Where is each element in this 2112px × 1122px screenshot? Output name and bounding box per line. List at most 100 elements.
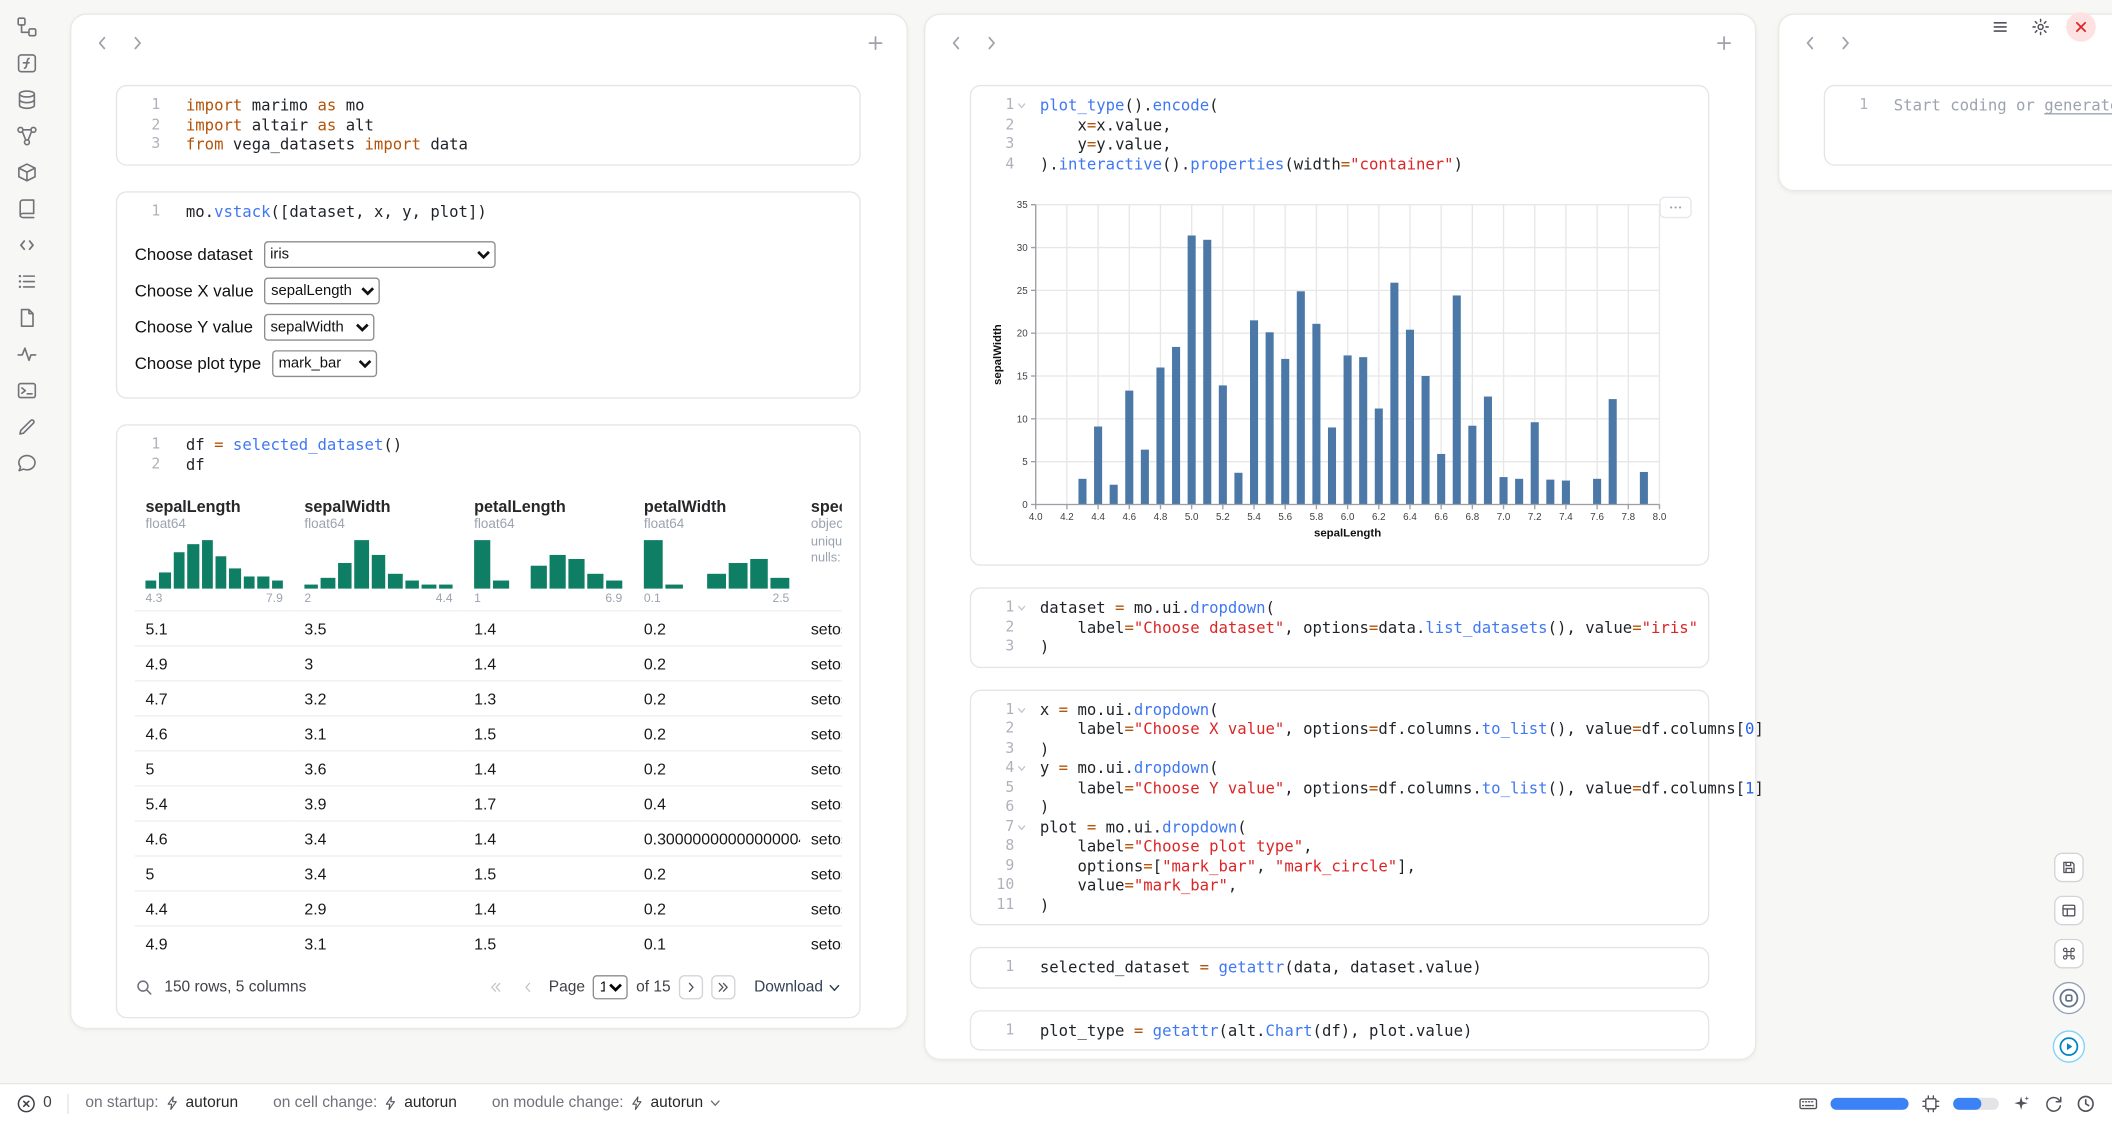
ai-assistant-icon[interactable] — [2011, 1093, 2031, 1113]
column-middle-prev-button[interactable] — [942, 28, 972, 58]
table-footer: 150 rows, 5 columns Page 1 of 15 Downloa… — [135, 963, 842, 1011]
column-right-prev-button[interactable] — [1795, 28, 1825, 58]
dropdown-label: Choose Y value — [135, 317, 253, 336]
logs-icon[interactable] — [16, 307, 38, 329]
shutdown-button[interactable] — [2066, 12, 2096, 42]
window-controls — [1985, 12, 2095, 42]
generate-with-ai-link[interactable]: generate — [2044, 96, 2112, 115]
column-left-header — [71, 15, 906, 72]
y-value-select[interactable]: sepalWidth — [264, 313, 374, 340]
command-palette-button[interactable] — [2054, 939, 2084, 969]
code-text: label="Choose plot type", — [1029, 837, 1312, 857]
plot-type-select[interactable]: mark_bar — [272, 350, 377, 377]
fold-toggle-icon[interactable] — [1014, 96, 1029, 116]
code-text: df — [175, 455, 205, 475]
fold-toggle-icon[interactable] — [1014, 818, 1029, 838]
fold-toggle-icon[interactable] — [1014, 759, 1029, 779]
last-page-button[interactable] — [711, 975, 735, 999]
cell-new-empty[interactable]: 1 Start coding or generate with AI. — [1824, 85, 2112, 166]
runtime-clock-icon[interactable] — [2076, 1093, 2096, 1113]
cell-dataset-dropdown[interactable]: 1dataset = mo.ui.dropdown(2 label="Choos… — [970, 588, 1709, 668]
variables-icon[interactable] — [16, 53, 38, 75]
documentation-icon[interactable] — [16, 198, 38, 220]
line-number: 10 — [979, 876, 1014, 896]
column-histogram[interactable]: 16.9 — [463, 532, 633, 611]
settings-button[interactable] — [2026, 12, 2056, 42]
line-number: 8 — [979, 837, 1014, 857]
add-cell-button-middle[interactable] — [1709, 28, 1739, 58]
code-text: dataset = mo.ui.dropdown( — [1029, 599, 1275, 619]
annotations-icon[interactable] — [16, 416, 38, 438]
outline-icon[interactable] — [16, 271, 38, 293]
prev-page-button[interactable] — [516, 975, 540, 999]
on-cell-change-setting[interactable]: on cell change:autorun — [273, 1095, 457, 1111]
editor-placeholder[interactable]: Start coding or generate with AI. — [1883, 96, 2112, 116]
snippets-icon[interactable] — [16, 234, 38, 256]
table-row[interactable]: 4.73.21.30.2setosa — [135, 681, 842, 716]
restart-kernel-icon[interactable] — [2043, 1093, 2063, 1113]
column-header[interactable]: petalLengthfloat64 — [463, 492, 633, 532]
column-middle-next-button[interactable] — [977, 28, 1007, 58]
chat-icon[interactable] — [16, 453, 38, 475]
code-line: 1x = mo.ui.dropdown( — [979, 700, 1694, 720]
layout-toggle-button[interactable] — [2054, 896, 2084, 926]
column-right-next-button[interactable] — [1830, 28, 1860, 58]
scratchpad-icon[interactable] — [16, 380, 38, 402]
cell-dataframe[interactable]: 1df = selected_dataset()2df sepalLengthf… — [116, 424, 861, 1018]
column-header[interactable]: sepalLengthfloat64 — [135, 492, 294, 532]
column-histogram[interactable]: 0.12.5 — [633, 532, 800, 611]
line-number: 1 — [125, 96, 160, 116]
table-row[interactable]: 5.43.91.70.4setosa — [135, 786, 842, 821]
cell-chart[interactable]: 1plot_type().encode(2 x=x.value,3 y=y.va… — [970, 85, 1709, 567]
chart-actions-button[interactable] — [1659, 197, 1691, 219]
column-header[interactable]: sepalWidthfloat64 — [294, 492, 464, 532]
control-row: Choose Y value sepalWidth — [135, 308, 841, 344]
code-line: 7plot = mo.ui.dropdown( — [979, 818, 1694, 838]
table-row[interactable]: 4.63.11.50.2setosa — [135, 716, 842, 751]
column-left-next-button[interactable] — [123, 28, 153, 58]
table-row[interactable]: 5.13.51.40.2setosa — [135, 611, 842, 646]
data-sources-icon[interactable] — [16, 89, 38, 111]
fold-toggle-icon[interactable] — [1014, 700, 1029, 720]
run-all-button[interactable] — [2053, 1030, 2085, 1062]
on-module-change-setting[interactable]: on module change:autorun — [492, 1095, 722, 1111]
table-row[interactable]: 4.63.41.40.30000000000000004setosa — [135, 821, 842, 856]
x-value-select[interactable]: sepalLength — [264, 277, 380, 304]
fold-toggle-icon[interactable] — [1014, 599, 1029, 619]
on-startup-setting[interactable]: on startup:autorun — [85, 1095, 238, 1111]
cell-xyplot-dropdowns[interactable]: 1x = mo.ui.dropdown(2 label="Choose X va… — [970, 690, 1709, 926]
cell-selected-dataset[interactable]: 1selected_dataset = getattr(data, datase… — [970, 948, 1709, 989]
search-icon[interactable] — [135, 978, 154, 997]
dependency-graph-icon[interactable] — [16, 125, 38, 147]
cell-imports[interactable]: 1import marimo as mo2import altair as al… — [116, 85, 861, 165]
fold-gutter — [1014, 896, 1029, 916]
column-histogram[interactable]: 4.37.9 — [135, 532, 294, 611]
table-row[interactable]: 53.41.50.2setosa — [135, 856, 842, 891]
cell-vstack[interactable]: 1mo.vstack([dataset, x, y, plot]) Choose… — [116, 191, 861, 399]
download-button[interactable]: Download — [754, 979, 842, 995]
table-row[interactable]: 4.931.40.2setosa — [135, 646, 842, 681]
add-cell-button-left[interactable] — [861, 28, 891, 58]
column-left-prev-button[interactable] — [88, 28, 118, 58]
column-histogram[interactable]: 24.4 — [294, 532, 464, 611]
table-row[interactable]: 4.42.91.40.2setosa — [135, 891, 842, 926]
packages-icon[interactable] — [16, 162, 38, 184]
dataset-select[interactable]: iris — [263, 240, 495, 267]
next-page-button[interactable] — [679, 975, 703, 999]
save-button[interactable] — [2054, 853, 2084, 883]
table-row[interactable]: 53.61.40.2setosa — [135, 751, 842, 786]
errors-indicator[interactable]: 0 — [16, 1093, 52, 1113]
keyboard-shortcuts-icon[interactable] — [1798, 1093, 1818, 1113]
column-header[interactable]: speciesobject — [800, 492, 842, 532]
fold-gutter — [1014, 798, 1029, 818]
file-explorer-icon[interactable] — [16, 16, 38, 38]
page-select[interactable]: 1 — [593, 975, 628, 999]
interrupt-button[interactable] — [2053, 982, 2085, 1014]
column-header[interactable]: petalWidthfloat64 — [633, 492, 800, 532]
menu-button[interactable] — [1985, 12, 2015, 42]
first-page-button[interactable] — [484, 975, 508, 999]
cell-plot-type[interactable]: 1plot_type = getattr(alt.Chart(df), plot… — [970, 1010, 1709, 1051]
bar-chart[interactable]: 4.04.24.44.64.85.05.25.45.65.86.06.26.46… — [987, 191, 1691, 549]
table-row[interactable]: 4.93.11.50.1setosa — [135, 926, 842, 960]
tracing-icon[interactable] — [16, 343, 38, 365]
